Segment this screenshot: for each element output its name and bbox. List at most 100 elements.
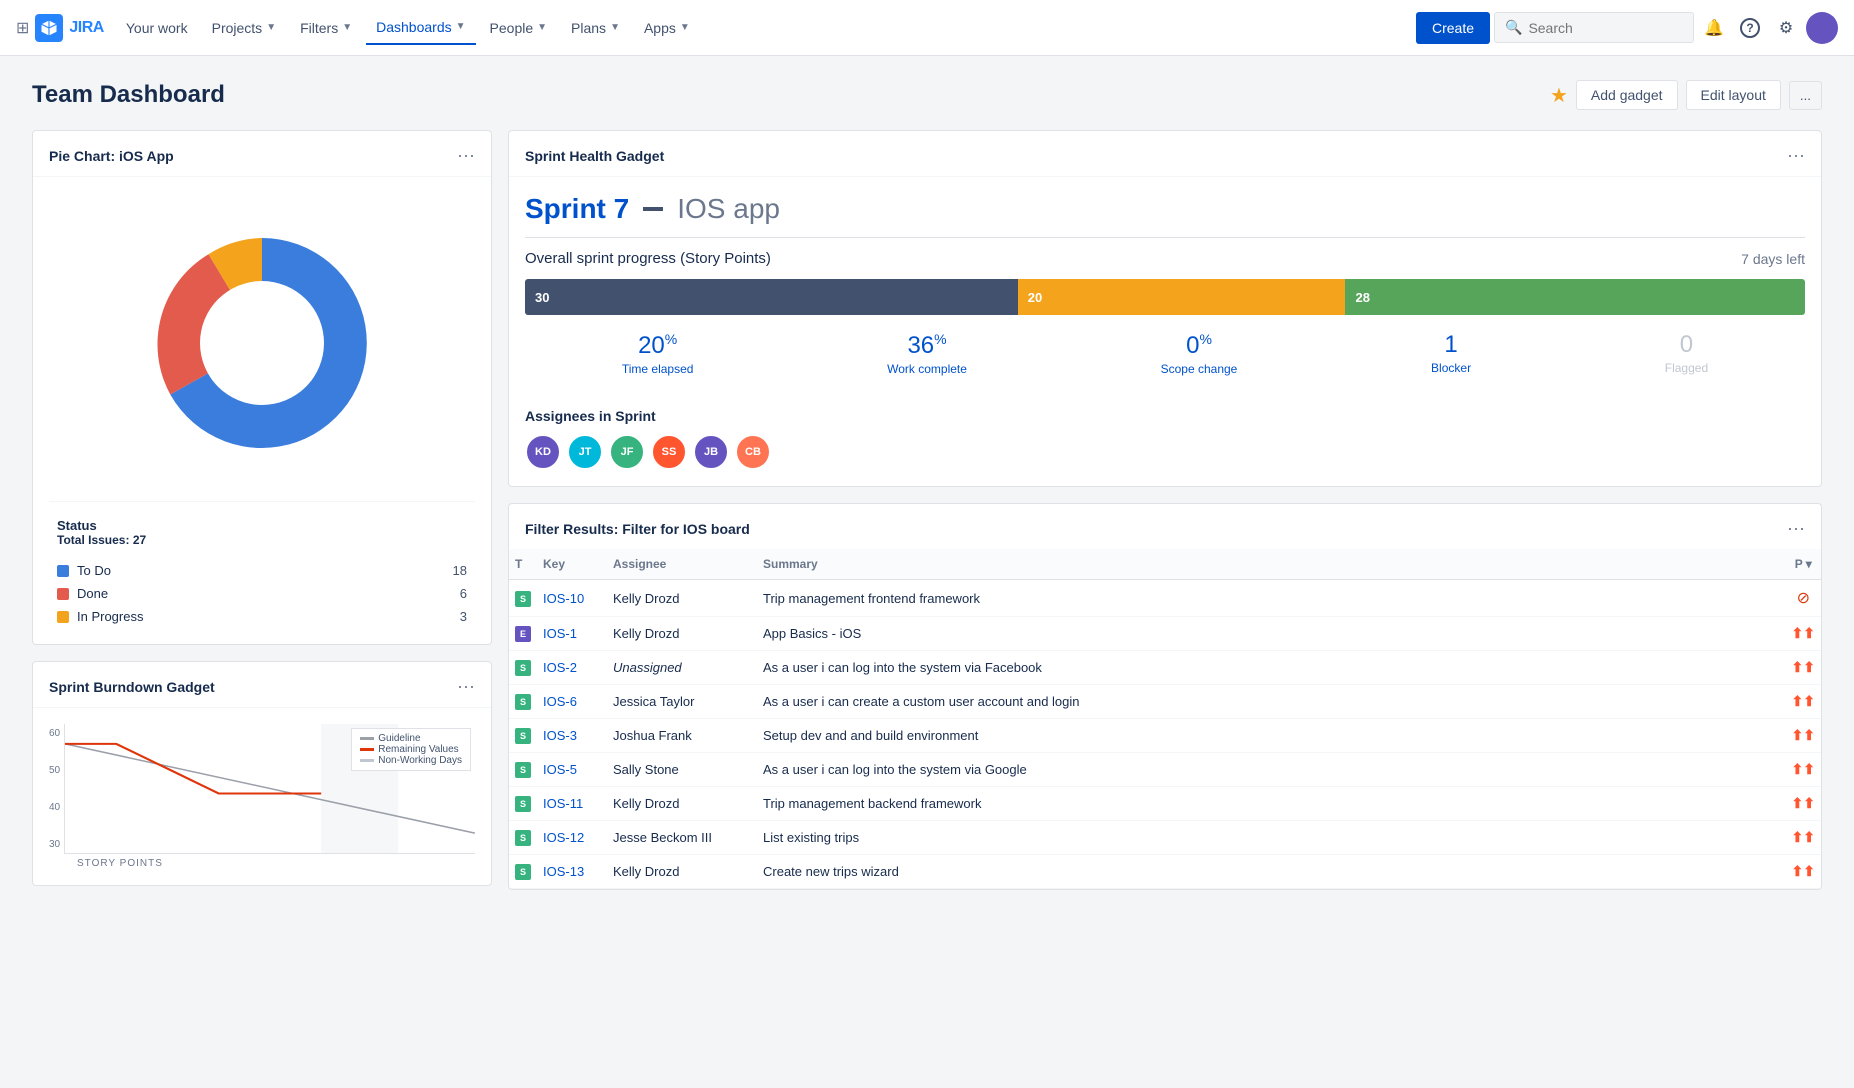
filter-results-menu-icon[interactable]: ··· — [1787, 518, 1805, 539]
avatar-4[interactable]: SS — [651, 434, 687, 470]
pie-chart-container — [49, 193, 475, 493]
table-row[interactable]: S IOS-6 Jessica Taylor As a user i can c… — [509, 685, 1821, 719]
assignee-cell: Joshua Frank — [607, 719, 757, 753]
nav-filters[interactable]: Filters ▼ — [290, 12, 362, 44]
page-header: Team Dashboard ★ Add gadget Edit layout … — [32, 80, 1822, 110]
sprint-name: Sprint 7 — [525, 193, 629, 225]
table-row[interactable]: S IOS-13 Kelly Drozd Create new trips wi… — [509, 855, 1821, 889]
segment-inprogress: 20 — [1018, 279, 1346, 315]
blocker-icon: ⊘ — [1797, 590, 1810, 607]
issue-key[interactable]: IOS-6 — [543, 694, 577, 709]
highest-priority-icon: ⬆⬆ — [1792, 625, 1815, 641]
filter-table-body: S IOS-10 Kelly Drozd Trip management fro… — [509, 580, 1821, 889]
issue-key[interactable]: IOS-12 — [543, 830, 584, 845]
table-row[interactable]: S IOS-10 Kelly Drozd Trip management fro… — [509, 580, 1821, 617]
nav-plans[interactable]: Plans ▼ — [561, 12, 630, 44]
issue-key[interactable]: IOS-11 — [543, 796, 583, 811]
legend-divider — [49, 501, 475, 502]
edit-layout-button[interactable]: Edit layout — [1686, 80, 1781, 110]
stat-work-complete: 36% Work complete — [887, 331, 967, 376]
summary-cell: Trip management frontend framework — [757, 580, 1786, 617]
help-button[interactable]: ? — [1734, 12, 1766, 44]
stat-time-label: Time elapsed — [622, 362, 694, 376]
pie-chart-header: Pie Chart: iOS App ··· — [33, 131, 491, 177]
burndown-menu-icon[interactable]: ··· — [457, 676, 475, 697]
favorite-star-icon[interactable]: ★ — [1550, 83, 1568, 108]
nav-logo[interactable]: ⊞ JIRA — [16, 14, 104, 42]
stat-scope-change[interactable]: 0% Scope change — [1161, 331, 1238, 376]
progress-header: Overall sprint progress (Story Points) 7… — [525, 250, 1805, 267]
issue-key[interactable]: IOS-5 — [543, 762, 577, 777]
table-row[interactable]: S IOS-2 Unassigned As a user i can log i… — [509, 651, 1821, 685]
issue-key[interactable]: IOS-10 — [543, 591, 584, 606]
issue-key[interactable]: IOS-13 — [543, 864, 584, 879]
summary-cell: As a user i can create a custom user acc… — [757, 685, 1786, 719]
inprogress-dot — [57, 611, 69, 623]
days-left: 7 days left — [1741, 251, 1805, 267]
stat-flagged: 0 Flagged — [1665, 331, 1708, 376]
sprint-health-menu-icon[interactable]: ··· — [1787, 145, 1805, 166]
assignee-cell: Jesse Beckom III — [607, 821, 757, 855]
right-column: Sprint Health Gadget ··· Sprint 7 IOS ap… — [508, 130, 1822, 890]
search-input[interactable] — [1528, 20, 1668, 36]
pie-chart-menu-icon[interactable]: ··· — [457, 145, 475, 166]
priority-cell: ⬆⬆ — [1786, 787, 1821, 821]
nav-people[interactable]: People ▼ — [480, 12, 558, 44]
burndown-svg-container: Guideline Remaining Values Non-Working D… — [64, 724, 475, 854]
avatar-3[interactable]: JF — [609, 434, 645, 470]
burndown-legend: Guideline Remaining Values Non-Working D… — [351, 728, 471, 771]
left-column: Pie Chart: iOS App ··· — [32, 130, 492, 890]
settings-button[interactable]: ⚙ — [1770, 12, 1802, 44]
table-row[interactable]: S IOS-3 Joshua Frank Setup dev and and b… — [509, 719, 1821, 753]
search-icon: 🔍 — [1505, 19, 1522, 36]
summary-cell: App Basics - iOS — [757, 617, 1786, 651]
priority-cell: ⬆⬆ — [1786, 651, 1821, 685]
table-row[interactable]: S IOS-11 Kelly Drozd Trip management bac… — [509, 787, 1821, 821]
segment-done: 28 — [1345, 279, 1805, 315]
create-button[interactable]: Create — [1416, 12, 1490, 44]
avatar-2[interactable]: JT — [567, 434, 603, 470]
highest-priority-icon: ⬆⬆ — [1792, 693, 1815, 709]
notifications-button[interactable]: 🔔 — [1698, 12, 1730, 44]
table-row[interactable]: E IOS-1 Kelly Drozd App Basics - iOS ⬆⬆ — [509, 617, 1821, 651]
avatar-6[interactable]: CB — [735, 434, 771, 470]
issue-key[interactable]: IOS-2 — [543, 660, 577, 675]
issue-key[interactable]: IOS-3 — [543, 728, 577, 743]
legend-todo: To Do 18 — [57, 559, 467, 582]
nav-dashboards[interactable]: Dashboards ▼ — [366, 11, 475, 45]
avatar-1[interactable]: KD — [525, 434, 561, 470]
y-label-60: 60 — [49, 728, 60, 739]
nav-your-work[interactable]: Your work — [116, 12, 198, 44]
burndown-chart-area: 60 50 40 30 — [49, 724, 475, 854]
nav-apps[interactable]: Apps ▼ — [634, 12, 700, 44]
highest-priority-icon: ⬆⬆ — [1792, 761, 1815, 777]
table-row[interactable]: S IOS-12 Jesse Beckom III List existing … — [509, 821, 1821, 855]
sprint-health-title: Sprint Health Gadget — [525, 148, 664, 164]
search-bar[interactable]: 🔍 — [1494, 12, 1694, 43]
legend-guideline: Guideline — [360, 733, 462, 744]
assignee-cell: Jessica Taylor — [607, 685, 757, 719]
add-gadget-button[interactable]: Add gadget — [1576, 80, 1678, 110]
grid-icon: ⊞ — [16, 18, 29, 38]
nav-projects[interactable]: Projects ▼ — [202, 12, 286, 44]
assignee-cell: Kelly Drozd — [607, 855, 757, 889]
table-row[interactable]: S IOS-5 Sally Stone As a user i can log … — [509, 753, 1821, 787]
burndown-title: Sprint Burndown Gadget — [49, 679, 215, 695]
progress-section: Overall sprint progress (Story Points) 7… — [509, 250, 1821, 408]
issue-type-story: S — [515, 591, 531, 607]
summary-cell: Setup dev and and build environment — [757, 719, 1786, 753]
plans-chevron: ▼ — [610, 22, 620, 33]
th-priority[interactable]: P ▾ — [1786, 549, 1821, 580]
dashboard-grid: Pie Chart: iOS App ··· — [32, 130, 1822, 890]
priority-cell: ⬆⬆ — [1786, 855, 1821, 889]
stat-blocker-label: Blocker — [1431, 361, 1471, 375]
user-avatar[interactable] — [1806, 12, 1838, 44]
avatar-5[interactable]: JB — [693, 434, 729, 470]
issue-key[interactable]: IOS-1 — [543, 626, 577, 641]
more-options-button[interactable]: ... — [1789, 81, 1822, 110]
progress-bar: 30 20 28 — [525, 279, 1805, 315]
priority-cell: ⊘ — [1786, 580, 1821, 617]
y-label-50: 50 — [49, 765, 60, 776]
highest-priority-icon: ⬆⬆ — [1792, 727, 1815, 743]
legend-inprogress: In Progress 3 — [57, 605, 467, 628]
